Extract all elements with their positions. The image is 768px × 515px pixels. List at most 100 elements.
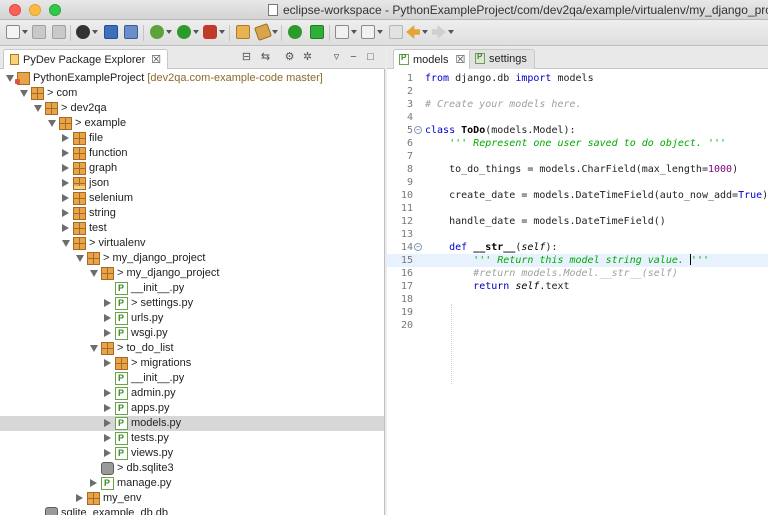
new-icon[interactable] (6, 25, 20, 39)
save-all-icon[interactable] (52, 25, 66, 39)
tree-item[interactable]: models.py (0, 416, 384, 431)
tree-item[interactable]: > settings.py (0, 296, 384, 311)
expanded-arrow-icon[interactable] (48, 120, 56, 127)
code-line[interactable]: 18 (387, 293, 768, 306)
maximize-icon[interactable]: □ (364, 51, 377, 64)
collapsed-arrow-icon[interactable] (104, 389, 111, 397)
chevron-down-icon[interactable] (92, 30, 98, 34)
zoom-window-button[interactable] (49, 4, 61, 16)
tree-item[interactable]: views.py (0, 446, 384, 461)
collapsed-arrow-icon[interactable] (62, 149, 69, 157)
close-window-button[interactable] (9, 4, 21, 16)
tree-item[interactable]: function (0, 146, 384, 161)
tree-item[interactable]: > virtualenv (0, 236, 384, 251)
code-line[interactable]: 2 (387, 85, 768, 98)
tree-item[interactable]: > my_django_project (0, 251, 384, 266)
expanded-arrow-icon[interactable] (20, 90, 28, 97)
code-line[interactable]: 12 handle_date = models.DateTimeField() (387, 215, 768, 228)
chevron-down-icon[interactable] (219, 30, 225, 34)
tab-settings[interactable]: settings (469, 49, 535, 69)
terminal-icon[interactable] (104, 25, 118, 39)
collapse-all-icon[interactable]: ⊟ (240, 51, 253, 64)
chevron-down-icon[interactable] (272, 30, 278, 34)
tree-item[interactable]: > db.sqlite3 (0, 461, 384, 476)
tree-item[interactable]: > example (0, 116, 384, 131)
collapsed-arrow-icon[interactable] (104, 299, 111, 307)
forward-icon[interactable] (432, 25, 446, 39)
chevron-down-icon[interactable] (166, 30, 172, 34)
coverage-icon[interactable] (288, 25, 302, 39)
collapsed-arrow-icon[interactable] (104, 404, 111, 412)
expanded-arrow-icon[interactable] (62, 240, 70, 247)
minimize-window-button[interactable] (29, 4, 41, 16)
collapsed-arrow-icon[interactable] (90, 479, 97, 487)
code-line[interactable]: 4 (387, 111, 768, 124)
tree-item[interactable]: __init__.py (0, 371, 384, 386)
tree-item[interactable]: wsgi.py (0, 326, 384, 341)
tree-item[interactable]: my_env (0, 491, 384, 506)
close-icon[interactable]: ☒ (151, 54, 161, 66)
chevron-down-icon[interactable] (193, 30, 199, 34)
code-line[interactable]: 1 from django.db import models (387, 72, 768, 85)
code-line[interactable]: 9 (387, 176, 768, 189)
tree-item[interactable]: apps.py (0, 401, 384, 416)
code-line[interactable]: 11 (387, 202, 768, 215)
code-line[interactable]: 14− def __str__(self): (387, 241, 768, 254)
code-editor[interactable]: 1 from django.db import models 2 3 # Create … (387, 70, 768, 515)
collapsed-arrow-icon[interactable] (62, 209, 69, 217)
save-icon[interactable] (32, 25, 46, 39)
search-icon[interactable] (254, 23, 272, 41)
code-line[interactable]: 8 to_do_things = models.CharField(max_le… (387, 163, 768, 176)
collapsed-arrow-icon[interactable] (104, 314, 111, 322)
open-type-icon[interactable] (236, 25, 250, 39)
tree-item[interactable]: PythonExampleProject [dev2qa.com-example… (0, 71, 384, 86)
chevron-down-icon[interactable] (422, 30, 428, 34)
collapsed-arrow-icon[interactable] (104, 419, 111, 427)
expanded-arrow-icon[interactable] (34, 105, 42, 112)
code-line[interactable]: 17 return self.text (387, 280, 768, 293)
collapsed-arrow-icon[interactable] (62, 179, 69, 187)
chevron-down-icon[interactable] (377, 30, 383, 34)
code-line[interactable]: 3 # Create your models here. (387, 98, 768, 111)
code-line[interactable]: 19 (387, 306, 768, 319)
tab-package-explorer[interactable]: PyDev Package Explorer ☒ (3, 49, 169, 69)
tree-item[interactable]: graph (0, 161, 384, 176)
external-tools-icon[interactable] (203, 25, 217, 39)
prev-annotation-icon[interactable] (361, 25, 375, 39)
expanded-arrow-icon[interactable] (90, 270, 98, 277)
collapsed-arrow-icon[interactable] (104, 449, 111, 457)
minimize-icon[interactable]: − (347, 51, 360, 64)
next-annotation-icon[interactable] (335, 25, 349, 39)
filter-icon[interactable]: ⚙ (283, 51, 296, 64)
tree-item[interactable]: test (0, 221, 384, 236)
code-line[interactable]: 6 ''' Represent one user saved to do obj… (387, 137, 768, 150)
expanded-arrow-icon[interactable] (90, 345, 98, 352)
expanded-arrow-icon[interactable] (76, 255, 84, 262)
code-line[interactable]: 20 (387, 319, 768, 332)
collapsed-arrow-icon[interactable] (104, 434, 111, 442)
code-line[interactable]: 10 create_date = models.DateTimeField(au… (387, 189, 768, 202)
code-line[interactable]: 13 (387, 228, 768, 241)
tree-item[interactable]: sqlite_example_db.db (0, 506, 384, 515)
tree-item[interactable]: string (0, 206, 384, 221)
chevron-down-icon[interactable] (448, 30, 454, 34)
last-edit-icon[interactable] (389, 25, 403, 39)
code-line[interactable]: 16 #return models.Model.__str__(self) (387, 267, 768, 280)
tree-item[interactable]: json (0, 176, 384, 191)
chevron-down-icon[interactable] (22, 30, 28, 34)
back-icon[interactable] (406, 25, 420, 39)
code-line[interactable]: 5− class ToDo(models.Model): (387, 124, 768, 137)
collapsed-arrow-icon[interactable] (62, 134, 69, 142)
fold-toggle-icon[interactable]: − (414, 243, 422, 251)
user-icon[interactable] (76, 25, 90, 39)
tree-item[interactable]: > to_do_list (0, 341, 384, 356)
view-menu-icon[interactable]: ▿ (330, 51, 343, 64)
customize-view-icon[interactable]: ✲ (301, 51, 314, 64)
code-line[interactable]: 7 (387, 150, 768, 163)
collapsed-arrow-icon[interactable] (104, 329, 111, 337)
collapsed-arrow-icon[interactable] (62, 164, 69, 172)
tree-item[interactable]: manage.py (0, 476, 384, 491)
fold-toggle-icon[interactable]: − (414, 126, 422, 134)
tree-item[interactable]: selenium (0, 191, 384, 206)
collapsed-arrow-icon[interactable] (104, 359, 111, 367)
